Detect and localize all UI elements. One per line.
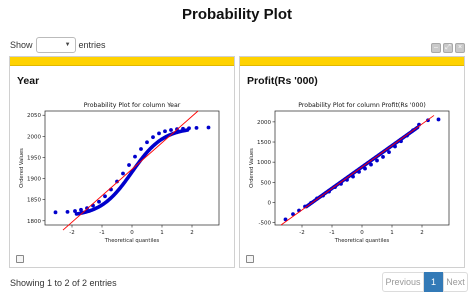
y-tick-label: 1800 [27,219,41,225]
y-tick-label: 1900 [27,177,41,183]
card-checkbox[interactable] [246,255,254,263]
previous-page-button[interactable]: Previous [382,272,424,292]
y-tick-label: 1500 [257,140,271,146]
pagination: Previous 1 Next [382,272,468,292]
data-point [151,135,155,140]
data-point [436,117,441,122]
table-info: Showing 1 to 2 of 2 entries [10,278,117,288]
data-point [103,194,107,199]
x-axis-label: Theoretical quantiles [334,238,390,244]
card-title: Year [17,75,40,87]
y-axis-label: Ordered Values [19,148,25,188]
x-axis-label: Theoretical quantiles [104,238,160,244]
data-point [97,199,101,204]
x-tick-label: -2 [299,230,304,236]
y-tick-label: 1000 [257,160,271,166]
data-point [121,171,125,176]
data-point [206,125,211,130]
y-tick-label: 2000 [27,134,41,140]
next-page-button[interactable]: Next [443,272,468,292]
x-tick-label: 1 [160,230,164,236]
data-point [363,166,367,171]
panel-tools: – ⤢ × [431,43,465,53]
show-label: Show [10,40,33,50]
y-tick-label: 1950 [27,155,41,161]
page-1-button[interactable]: 1 [424,272,443,292]
y-tick-label: 500 [261,180,272,186]
data-point [127,163,131,167]
data-point [387,150,391,154]
y-tick-label: -500 [259,221,272,227]
chevron-down-icon: ▼ [64,42,71,48]
entries-length-control: Show ▼ entries [10,37,106,53]
y-axis-label: Ordered Values [249,148,255,188]
data-point [73,209,77,213]
data-point [381,155,385,159]
x-tick-label: 2 [420,230,424,236]
x-tick-label: 2 [190,230,194,236]
minimize-icon[interactable]: – [431,43,441,53]
x-tick-label: 0 [130,230,134,236]
card-checkbox[interactable] [16,255,24,263]
x-tick-label: -1 [329,230,334,236]
y-tick-label: 2000 [257,120,271,126]
data-point [65,210,70,214]
data-point [133,154,137,159]
data-point [369,162,373,167]
y-tick-label: 1850 [27,198,41,204]
card-title: Profit(Rs '000) [247,75,318,87]
card-year: Year Probability Plot for column Year -2 -… [9,56,235,268]
data-point [375,158,379,163]
close-icon[interactable]: × [455,43,465,53]
card-accent-bar [240,57,464,66]
card-profit: Profit(Rs '000) Probability Plot for col… [239,56,465,268]
entries-length-select[interactable]: ▼ [35,37,76,53]
data-point [53,210,58,215]
x-tick-label: 0 [360,230,364,236]
y-tick-label: 0 [268,200,272,206]
data-point [187,126,191,131]
plot-title: Probability Plot for column Year [84,102,181,109]
x-tick-label: -2 [69,230,74,236]
data-point [169,128,173,132]
data-point [145,140,149,145]
data-point [393,144,397,149]
data-point [351,174,355,179]
page-title: Probability Plot [181,6,292,23]
card-accent-bar [10,57,234,66]
data-point [194,125,199,130]
data-point [79,207,83,212]
data-point [181,126,185,131]
x-tick-label: 1 [390,230,394,236]
x-tick-label: -1 [99,230,104,236]
plot-title: Probability Plot for column Profit(Rs '0… [298,102,426,109]
expand-icon[interactable]: ⤢ [443,43,453,53]
y-tick-label: 2050 [27,113,41,119]
data-point [157,131,161,136]
entries-label: entries [78,40,106,50]
probability-plot-year: Probability Plot for column Year -2 -1 0 1 2 1… [19,102,220,244]
plot-frame [44,110,220,226]
data-point [139,147,143,151]
data-point [163,129,167,134]
probability-plot-profit: Probability Plot for column Profit(Rs '0… [249,102,450,244]
